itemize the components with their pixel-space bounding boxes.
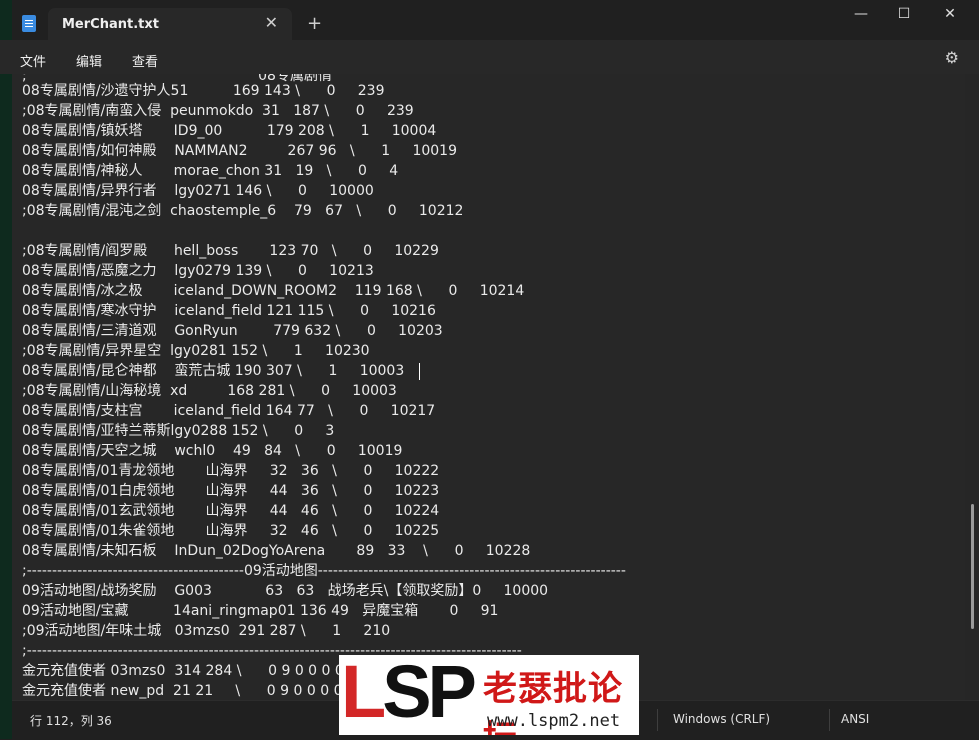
text-line: 08专属剧情/支柱宫 iceland_field 164 77 \ 0 1021… <box>22 403 436 419</box>
text-line: 08专属剧情/寒冰守护 iceland_field 121 115 \ 0 10… <box>22 303 436 319</box>
text-line: 08专属剧情/01白虎领地 山海界 44 36 \ 0 10223 <box>22 483 440 499</box>
tab-close-icon[interactable]: ✕ <box>265 13 278 32</box>
text-line: 08专属剧情/01朱雀领地 山海界 32 46 \ 0 10225 <box>22 523 440 539</box>
line-ending-status[interactable]: Windows (CRLF) <box>673 712 770 726</box>
forum-watermark: LSP 老瑟批论坛 www.lspm2.net <box>339 655 639 735</box>
menu-file[interactable]: 文件 <box>20 51 46 70</box>
text-line: 08专属剧情/沙遗守护人51 169 143 \ 0 239 <box>22 83 385 99</box>
text-line: 08专属剧情/镇妖塔 ID9_00 179 208 \ 1 10004 <box>22 123 437 139</box>
text-line: ;08专属剧情/混沌之剑 chaostemple_6 79 67 \ 0 102… <box>22 203 464 219</box>
background-strip <box>0 0 12 739</box>
text-line: 08专属剧情/01青龙领地 山海界 32 36 \ 0 10222 <box>22 463 440 479</box>
text-line: 08专属剧情/冰之极 iceland_DOWN_ROOM2 119 168 \ … <box>22 283 525 299</box>
menu-edit[interactable]: 编辑 <box>76 51 102 70</box>
text-line: 金元充值使者 new_pd 21 21 \ 0 9 0 0 0 0 <box>22 683 343 699</box>
text-line: 08专属剧情/未知石板 InDun_02DogYoArena 89 33 \ 0… <box>22 543 531 559</box>
menu-bar: 文件 编辑 查看 ⚙ <box>0 40 979 74</box>
text-line: ;---------------------------------------… <box>22 563 626 579</box>
text-line: 08专属剧情/恶魔之力 lgy0279 139 \ 0 10213 <box>22 263 374 279</box>
text-line: 08专属剧情/01玄武领地 山海界 44 46 \ 0 10224 <box>22 503 440 519</box>
close-button[interactable]: ✕ <box>930 6 970 22</box>
menu-view[interactable]: 查看 <box>132 51 158 70</box>
text-line: ;08专属剧情/异界星空 lgy0281 152 \ 1 10230 <box>22 343 370 359</box>
scrollbar-thumb[interactable] <box>971 504 974 629</box>
text-caret <box>419 363 420 380</box>
text-line: 金元充值使者 03mzs0 314 284 \ 0 9 0 0 0 0 <box>22 663 344 679</box>
settings-gear-icon[interactable]: ⚙ <box>945 48 959 67</box>
text-line: 09活动地图/战场奖励 G003 63 63 战场老兵\【领取奖励】0 1000… <box>22 583 549 599</box>
minimize-button[interactable]: — <box>841 6 881 22</box>
title-bar: MerChant.txt ✕ + — ☐ ✕ <box>0 0 979 40</box>
text-line: 08专属剧情/如何神殿 NAMMAN2 267 96 \ 1 10019 <box>22 143 457 159</box>
status-divider <box>829 709 830 731</box>
text-line: 08专属剧情/亚特兰蒂斯lgy0288 152 \ 0 3 <box>22 423 335 439</box>
status-divider <box>657 709 658 731</box>
maximize-button[interactable]: ☐ <box>884 6 924 22</box>
text-line: 08专属剧情/昆仑神都 蛮荒古城 190 307 \ 1 10003 <box>22 363 405 379</box>
cursor-position: 行 112，列 36 <box>30 714 112 728</box>
watermark-url: www.lspm2.net <box>487 711 621 731</box>
text-line: 08专属剧情/天空之城 wchl0 49 84 \ 0 10019 <box>22 443 403 459</box>
watermark-red-block <box>341 655 384 735</box>
text-line: 08专属剧情/神秘人 morae_chon 31 19 \ 0 4 <box>22 163 399 179</box>
text-line: ;08专属剧情/南蛮入侵 peunmokdo 31 187 \ 0 239 <box>22 103 414 119</box>
text-line: ;08专属剧情/阎罗殿 hell_boss 123 70 \ 0 10229 <box>22 243 439 259</box>
tab-title: MerChant.txt <box>62 17 159 32</box>
text-line: ;09活动地图/年味土城 03mzs0 291 287 \ 1 210 <box>22 623 391 639</box>
vertical-scrollbar[interactable] <box>965 74 979 700</box>
tab-merchant-txt[interactable]: MerChant.txt ✕ <box>48 8 292 40</box>
text-line: 08专属剧情/三清道观 GonRyun 779 632 \ 0 10203 <box>22 323 443 339</box>
text-line: 09活动地图/宝藏 14ani_ringmap01 136 49 异魔宝箱 0 … <box>22 603 499 619</box>
notepad-icon <box>22 15 36 32</box>
text-line: ;08专属剧情/山海秘境 xd 168 281 \ 0 10003 <box>22 383 397 399</box>
text-editor[interactable]: ; 08专属剧情 08专属剧情/沙遗守护人51 169 143 \ 0 239 … <box>12 74 965 700</box>
text-line: 08专属剧情/异界行者 lgy0271 146 \ 0 10000 <box>22 183 374 199</box>
new-tab-button[interactable]: + <box>307 13 322 34</box>
encoding-status[interactable]: ANSI <box>841 712 869 726</box>
